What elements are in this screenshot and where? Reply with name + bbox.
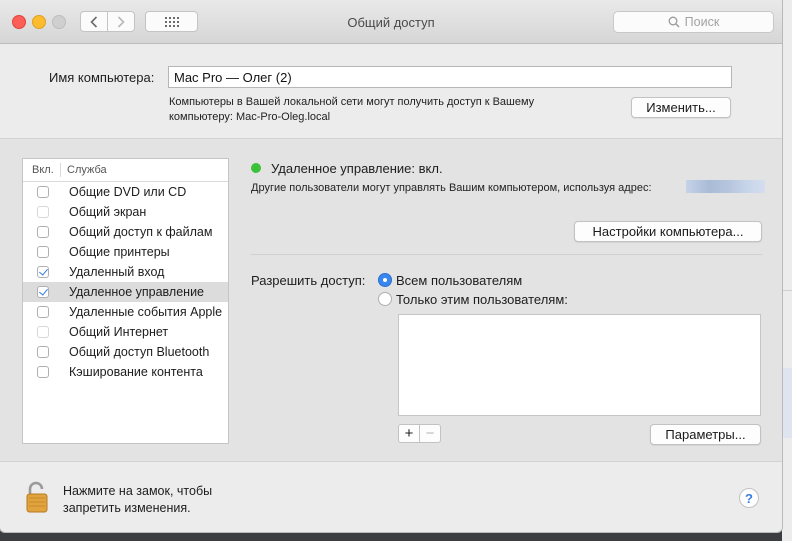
service-label: Общий экран [69, 205, 147, 219]
lock-hint-line2: запретить изменения. [63, 501, 191, 515]
service-checkbox[interactable] [37, 206, 49, 218]
status-indicator [251, 163, 261, 173]
services-list-header: Вкл. Служба [23, 159, 228, 182]
background-window-edge [782, 0, 792, 541]
footer-divider [0, 461, 782, 462]
service-label: Общий доступ к файлам [69, 225, 213, 239]
computer-settings-button[interactable]: Настройки компьютера... [574, 221, 762, 242]
service-description: Другие пользователи могут управлять Ваши… [251, 182, 652, 194]
lock-hint-line1: Нажмите на замок, чтобы [63, 484, 213, 498]
radio-all-users[interactable] [378, 273, 392, 287]
lock-hint: Нажмите на замок, чтобы запретить измене… [63, 483, 212, 517]
service-status: Удаленное управление: вкл. [271, 161, 443, 176]
service-label: Общие DVD или CD [69, 185, 187, 199]
service-row[interactable]: Общие DVD или CD [23, 182, 228, 202]
service-label: Кэширование контента [69, 365, 203, 379]
help-button[interactable]: ? [739, 488, 759, 508]
service-row[interactable]: Общий Интернет [23, 322, 228, 342]
title-bar: Общий доступ Поиск [0, 0, 782, 44]
service-row[interactable]: Удаленное управление [23, 282, 228, 302]
service-label: Удаленный вход [69, 265, 165, 279]
remove-user-button[interactable]: − [419, 424, 441, 443]
service-checkbox[interactable] [37, 186, 49, 198]
search-field[interactable]: Поиск [613, 11, 774, 33]
sharing-window: Общий доступ Поиск Имя компьютера: Компь… [0, 0, 782, 532]
computer-name-info: Компьютеры в Вашей локальной сети могут … [169, 95, 589, 125]
allowed-users-list[interactable] [398, 314, 761, 416]
service-checkbox[interactable] [37, 246, 49, 258]
service-checkbox[interactable] [37, 346, 49, 358]
radio-only-these-users[interactable] [378, 292, 392, 306]
detail-divider [250, 254, 762, 255]
service-row[interactable]: Общие принтеры [23, 242, 228, 262]
service-row[interactable]: Удаленные события Apple [23, 302, 228, 322]
change-name-button[interactable]: Изменить... [631, 97, 731, 118]
service-row[interactable]: Удаленный вход [23, 262, 228, 282]
service-checkbox[interactable] [37, 266, 49, 278]
service-checkbox[interactable] [37, 366, 49, 378]
service-row[interactable]: Общий доступ к файлам [23, 222, 228, 242]
background-panel [782, 368, 792, 438]
computer-name-label: Имя компьютера: [49, 70, 155, 85]
search-placeholder: Поиск [684, 15, 720, 29]
service-label: Удаленные события Apple [69, 305, 223, 319]
add-user-button[interactable]: + [398, 424, 420, 443]
radio-all-users-label[interactable]: Всем пользователям [396, 273, 522, 288]
service-checkbox[interactable] [37, 326, 49, 338]
computer-name-info-line2: компьютеру: Mac-Pro-Oleg.local [169, 111, 331, 123]
lock-icon[interactable] [26, 481, 48, 516]
service-label: Удаленное управление [69, 285, 204, 299]
service-row[interactable]: Общий экран [23, 202, 228, 222]
radio-only-these-users-label[interactable]: Только этим пользователям: [396, 292, 568, 307]
service-label: Общий Интернет [69, 325, 169, 339]
service-row[interactable]: Общий доступ Bluetooth [23, 342, 228, 362]
allow-access-label: Разрешить доступ: [251, 273, 366, 288]
options-button[interactable]: Параметры... [650, 424, 761, 445]
service-label: Общие принтеры [69, 245, 170, 259]
service-checkbox[interactable] [37, 306, 49, 318]
search-icon [668, 16, 680, 28]
service-row[interactable]: Кэширование контента [23, 362, 228, 382]
computer-name-input[interactable] [168, 66, 732, 88]
column-header-on[interactable]: Вкл. [23, 163, 61, 177]
address-redacted [686, 180, 765, 193]
column-header-service[interactable]: Служба [61, 164, 107, 176]
service-checkbox[interactable] [37, 286, 49, 298]
background-divider [782, 290, 792, 291]
service-checkbox[interactable] [37, 226, 49, 238]
computer-name-info-line1: Компьютеры в Вашей локальной сети могут … [169, 96, 535, 108]
service-label: Общий доступ Bluetooth [69, 345, 210, 359]
services-list: Вкл. Служба Общие DVD или CD Общий экран О… [22, 158, 229, 444]
